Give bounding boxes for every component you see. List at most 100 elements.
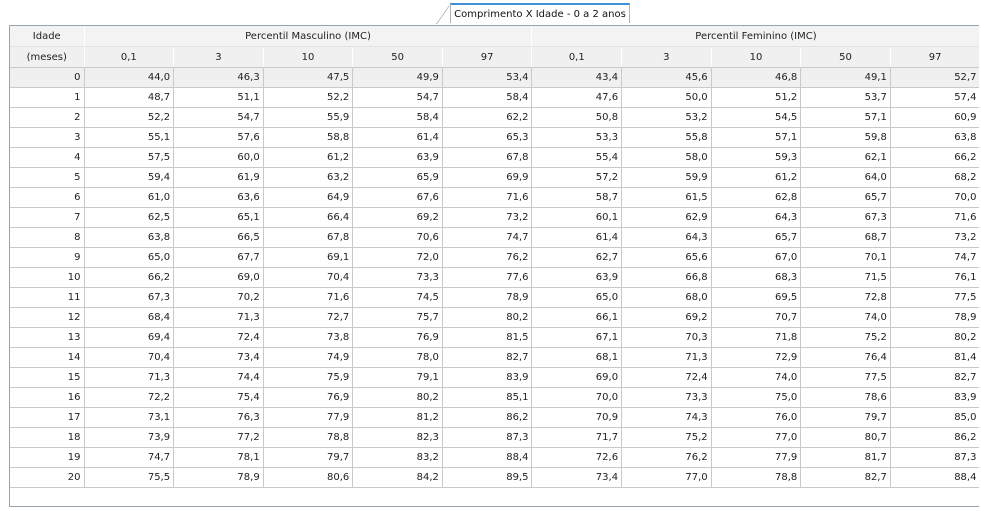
female-value-cell[interactable]: 61,2	[711, 167, 802, 188]
female-p01-header[interactable]: 0,1	[531, 46, 623, 68]
male-value-cell[interactable]: 61,0	[84, 187, 175, 208]
male-value-cell[interactable]: 47,5	[263, 67, 354, 88]
male-value-cell[interactable]: 54,7	[352, 87, 443, 108]
male-value-cell[interactable]: 71,6	[442, 187, 533, 208]
female-value-cell[interactable]: 88,4	[890, 467, 979, 488]
female-value-cell[interactable]: 70,7	[711, 307, 802, 328]
male-value-cell[interactable]: 58,4	[352, 107, 443, 128]
male-value-cell[interactable]: 65,0	[84, 247, 175, 268]
male-value-cell[interactable]: 59,4	[84, 167, 175, 188]
age-cell[interactable]: 18	[10, 427, 85, 448]
male-value-cell[interactable]: 69,9	[442, 167, 533, 188]
female-value-cell[interactable]: 85,0	[890, 407, 979, 428]
female-value-cell[interactable]: 74,0	[711, 367, 802, 388]
female-value-cell[interactable]: 59,3	[711, 147, 802, 168]
female-value-cell[interactable]: 58,7	[531, 187, 623, 208]
male-value-cell[interactable]: 72,0	[352, 247, 443, 268]
female-value-cell[interactable]: 68,1	[531, 347, 623, 368]
male-value-cell[interactable]: 62,2	[442, 107, 533, 128]
male-value-cell[interactable]: 67,8	[263, 227, 354, 248]
table-row[interactable]: 17 73,1 76,3 77,9 81,2 86,2 70,9 74,3 76,0 79,7 85…	[10, 407, 979, 428]
male-value-cell[interactable]: 83,9	[442, 367, 533, 388]
female-value-cell[interactable]: 49,1	[800, 67, 891, 88]
male-value-cell[interactable]: 78,9	[442, 287, 533, 308]
male-value-cell[interactable]: 76,9	[352, 327, 443, 348]
male-value-cell[interactable]: 73,1	[84, 407, 175, 428]
male-value-cell[interactable]: 74,4	[173, 367, 264, 388]
female-value-cell[interactable]: 47,6	[531, 87, 623, 108]
female-value-cell[interactable]: 67,1	[531, 327, 623, 348]
female-value-cell[interactable]: 81,7	[800, 447, 891, 468]
female-value-cell[interactable]: 63,9	[531, 267, 623, 288]
male-value-cell[interactable]: 74,9	[263, 347, 354, 368]
female-value-cell[interactable]: 81,4	[890, 347, 979, 368]
table-row[interactable]: 12 68,4 71,3 72,7 75,7 80,2 66,1 69,2 70,7 74,0 78…	[10, 307, 979, 328]
female-value-cell[interactable]: 77,9	[711, 447, 802, 468]
table-row[interactable]: 6 61,0 63,6 64,9 67,6 71,6 58,7 61,5 62,8 65,7 70,…	[10, 187, 979, 208]
table-row[interactable]: 4 57,5 60,0 61,2 63,9 67,8 55,4 58,0 59,3 62,1 66,…	[10, 147, 979, 168]
table-row[interactable]: 2 52,2 54,7 55,9 58,4 62,2 50,8 53,2 54,5 57,1 60,…	[10, 107, 979, 128]
age-cell[interactable]: 2	[10, 107, 85, 128]
female-value-cell[interactable]: 77,0	[621, 467, 712, 488]
female-value-cell[interactable]: 75,2	[621, 427, 712, 448]
female-value-cell[interactable]: 72,6	[531, 447, 623, 468]
age-cell[interactable]: 10	[10, 267, 85, 288]
male-value-cell[interactable]: 78,0	[352, 347, 443, 368]
female-value-cell[interactable]: 61,4	[531, 227, 623, 248]
table-row[interactable]: 9 65,0 67,7 69,1 72,0 76,2 62,7 65,6 67,0 70,1 74,…	[10, 247, 979, 268]
male-value-cell[interactable]: 61,4	[352, 127, 443, 148]
female-value-cell[interactable]: 53,7	[800, 87, 891, 108]
female-value-cell[interactable]: 65,6	[621, 247, 712, 268]
table-row[interactable]: 5 59,4 61,9 63,2 65,9 69,9 57,2 59,9 61,2 64,0 68,…	[10, 167, 979, 188]
female-value-cell[interactable]: 58,0	[621, 147, 712, 168]
male-value-cell[interactable]: 65,1	[173, 207, 264, 228]
female-value-cell[interactable]: 80,7	[800, 427, 891, 448]
male-value-cell[interactable]: 64,9	[263, 187, 354, 208]
male-value-cell[interactable]: 61,2	[263, 147, 354, 168]
male-value-cell[interactable]: 55,1	[84, 127, 175, 148]
male-value-cell[interactable]: 71,3	[84, 367, 175, 388]
male-value-cell[interactable]: 53,4	[442, 67, 533, 88]
female-value-cell[interactable]: 50,8	[531, 107, 623, 128]
table-row[interactable]: 8 63,8 66,5 67,8 70,6 74,7 61,4 64,3 65,7 68,7 73,…	[10, 227, 979, 248]
age-cell[interactable]: 12	[10, 307, 85, 328]
female-value-cell[interactable]: 78,8	[711, 467, 802, 488]
male-p97-header[interactable]: 97	[442, 46, 533, 68]
female-value-cell[interactable]: 60,9	[890, 107, 979, 128]
female-value-cell[interactable]: 43,4	[531, 67, 623, 88]
female-value-cell[interactable]: 74,7	[890, 247, 979, 268]
female-value-cell[interactable]: 71,8	[711, 327, 802, 348]
male-value-cell[interactable]: 74,7	[84, 447, 175, 468]
female-value-cell[interactable]: 61,5	[621, 187, 712, 208]
female-value-cell[interactable]: 57,4	[890, 87, 979, 108]
male-value-cell[interactable]: 74,5	[352, 287, 443, 308]
female-value-cell[interactable]: 69,2	[621, 307, 712, 328]
female-value-cell[interactable]: 66,2	[890, 147, 979, 168]
female-value-cell[interactable]: 76,2	[621, 447, 712, 468]
female-value-cell[interactable]: 75,2	[800, 327, 891, 348]
female-value-cell[interactable]: 69,5	[711, 287, 802, 308]
table-row[interactable]: 0 44,0 46,3 47,5 49,9 53,4 43,4 45,6 46,8 49,1 52,…	[10, 67, 979, 88]
male-value-cell[interactable]: 52,2	[84, 107, 175, 128]
female-value-cell[interactable]: 87,3	[890, 447, 979, 468]
table-row[interactable]: 14 70,4 73,4 74,9 78,0 82,7 68,1 71,3 72,9 76,4 81…	[10, 347, 979, 368]
female-value-cell[interactable]: 62,1	[800, 147, 891, 168]
female-p50-header[interactable]: 50	[800, 46, 891, 68]
male-value-cell[interactable]: 73,4	[173, 347, 264, 368]
male-value-cell[interactable]: 89,5	[442, 467, 533, 488]
female-value-cell[interactable]: 83,9	[890, 387, 979, 408]
male-value-cell[interactable]: 70,4	[84, 347, 175, 368]
table-row[interactable]: 20 75,5 78,9 80,6 84,2 89,5 73,4 77,0 78,8 82,7 88…	[10, 467, 979, 488]
male-value-cell[interactable]: 75,9	[263, 367, 354, 388]
female-value-cell[interactable]: 50,0	[621, 87, 712, 108]
female-value-cell[interactable]: 80,2	[890, 327, 979, 348]
age-cell[interactable]: 13	[10, 327, 85, 348]
male-p10-header[interactable]: 10	[263, 46, 354, 68]
age-cell[interactable]: 3	[10, 127, 85, 148]
female-value-cell[interactable]: 67,0	[711, 247, 802, 268]
female-value-cell[interactable]: 64,0	[800, 167, 891, 188]
female-value-cell[interactable]: 77,5	[800, 367, 891, 388]
table-row[interactable]: 15 71,3 74,4 75,9 79,1 83,9 69,0 72,4 74,0 77,5 82…	[10, 367, 979, 388]
female-value-cell[interactable]: 70,3	[621, 327, 712, 348]
male-value-cell[interactable]: 44,0	[84, 67, 175, 88]
